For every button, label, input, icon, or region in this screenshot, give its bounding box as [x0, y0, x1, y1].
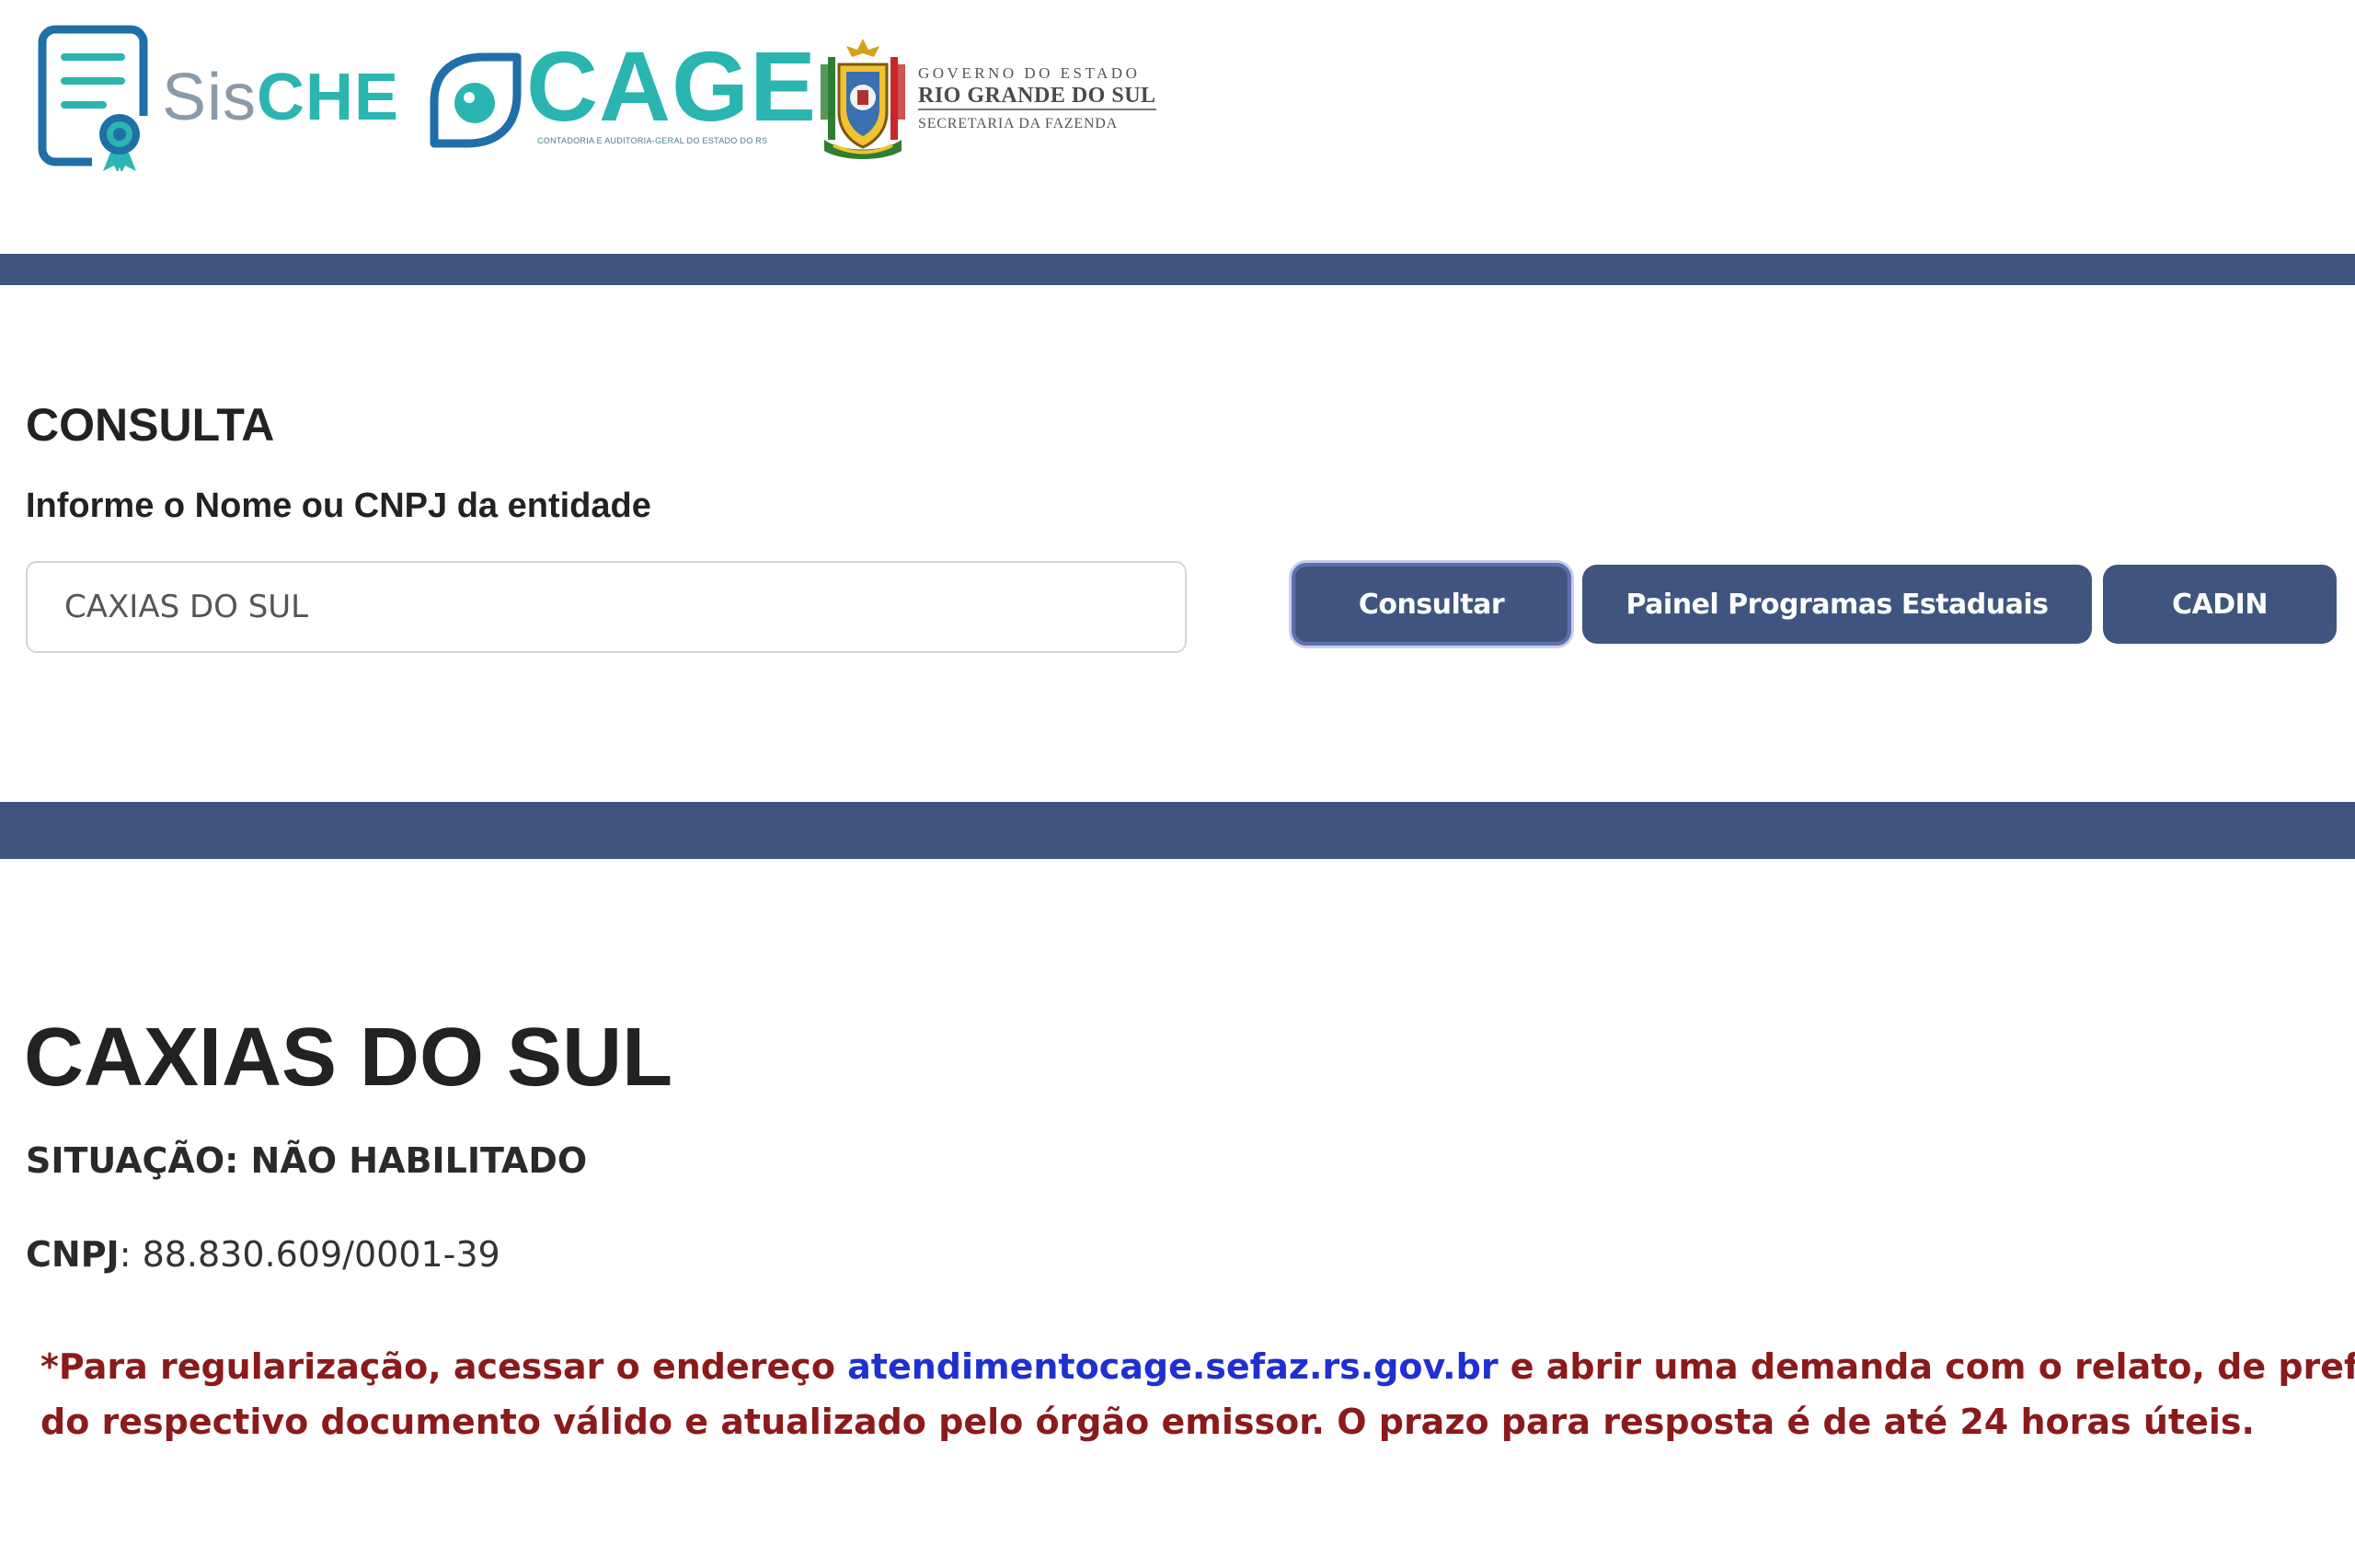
sische-wordmark-sis: Sis: [162, 61, 258, 134]
regularization-note: *Para regularização, acessar o endereço …: [40, 1339, 2355, 1449]
entity-cnpj: CNPJ: 88.830.609/0001-39: [26, 1232, 500, 1276]
regularization-note-line1: *Para regularização, acessar o endereço …: [40, 1339, 2355, 1394]
certificate-document-icon: [38, 25, 149, 171]
governo-rs-logo[interactable]: GOVERNO DO ESTADO RIO GRANDE DO SUL SECR…: [815, 37, 1156, 166]
cage-wordmark: CAGE: [526, 30, 818, 142]
sische-wordmark: SisCHE: [162, 61, 399, 134]
site-header: SisCHE CAGE CONTADORIA E AUDITORIA-GERAL…: [0, 0, 2355, 254]
sische-logo[interactable]: SisCHE: [37, 24, 405, 171]
note-text-part1: *Para regularização, acessar o endereço: [40, 1346, 848, 1387]
header-divider-band: [0, 254, 2355, 285]
governo-line1: GOVERNO DO ESTADO: [918, 64, 1141, 82]
section-divider-band: [0, 802, 2355, 859]
governo-rs-text: GOVERNO DO ESTADO RIO GRANDE DO SUL SECR…: [918, 64, 1156, 134]
cage-logo[interactable]: CAGE CONTADORIA E AUDITORIA-GERAL DO EST…: [425, 35, 816, 160]
governo-line3: SECRETARIA DA FAZENDA: [918, 116, 1119, 132]
entity-status: SITUAÇÃO: NÃO HABILITADO: [26, 1140, 588, 1181]
cnpj-label: CNPJ: [26, 1234, 120, 1275]
entity-name-title: CAXIAS DO SUL: [24, 1012, 673, 1104]
search-input[interactable]: [26, 561, 1187, 653]
consulta-label: Informe o Nome ou CNPJ da entidade: [26, 486, 651, 525]
painel-programas-estaduais-button[interactable]: Painel Programas Estaduais: [1582, 565, 2092, 644]
governo-line2: RIO GRANDE DO SUL: [918, 83, 1156, 110]
regularization-note-line2: do respectivo documento válido e atualiz…: [40, 1402, 2255, 1442]
sische-wordmark-che: CHE: [257, 61, 400, 134]
cage-subtitle: CONTADORIA E AUDITORIA-GERAL DO ESTADO D…: [537, 136, 768, 145]
eye-leaf-icon: [430, 52, 522, 148]
cadin-button[interactable]: CADIN: [2103, 565, 2337, 644]
consulta-title: CONSULTA: [26, 399, 275, 451]
atendimento-cage-link[interactable]: atendimentocage.sefaz.rs.gov.br: [847, 1346, 1498, 1387]
consultar-button[interactable]: Consultar: [1292, 563, 1571, 646]
cnpj-value: : 88.830.609/0001-39: [119, 1234, 500, 1275]
note-text-part2: e abrir uma demanda com o relato, de pre…: [1510, 1346, 2355, 1387]
rio-grande-do-sul-coat-of-arms-icon: [821, 39, 905, 159]
